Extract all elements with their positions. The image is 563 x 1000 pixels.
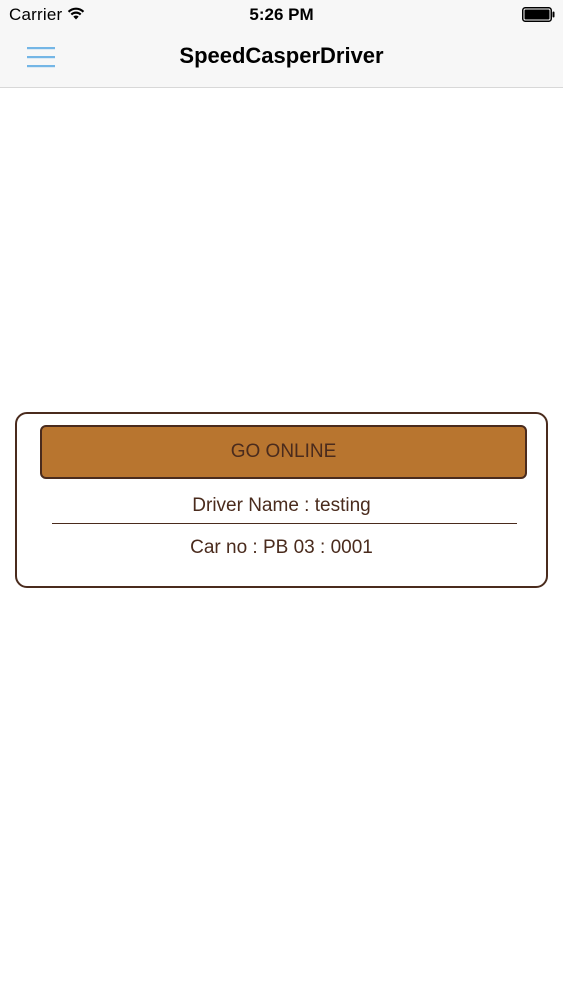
battery-icon (522, 7, 555, 22)
go-online-button[interactable]: GO ONLINE (40, 425, 527, 479)
page-title: SpeedCasperDriver (179, 43, 384, 68)
car-number-label: Car no : PB 03 : 0001 (190, 537, 373, 558)
card-divider (52, 523, 517, 524)
clock-label: 5:26 PM (249, 5, 314, 24)
app-screen: Carrier 5:26 PM SpeedCasperDriver GO ONL… (0, 0, 563, 1000)
status-bar: Carrier 5:26 PM (0, 0, 563, 30)
driver-status-card: GO ONLINE Driver Name : testing Car no :… (15, 412, 548, 588)
navigation-bar: SpeedCasperDriver (0, 30, 563, 88)
driver-name-label: Driver Name : testing (192, 495, 371, 516)
